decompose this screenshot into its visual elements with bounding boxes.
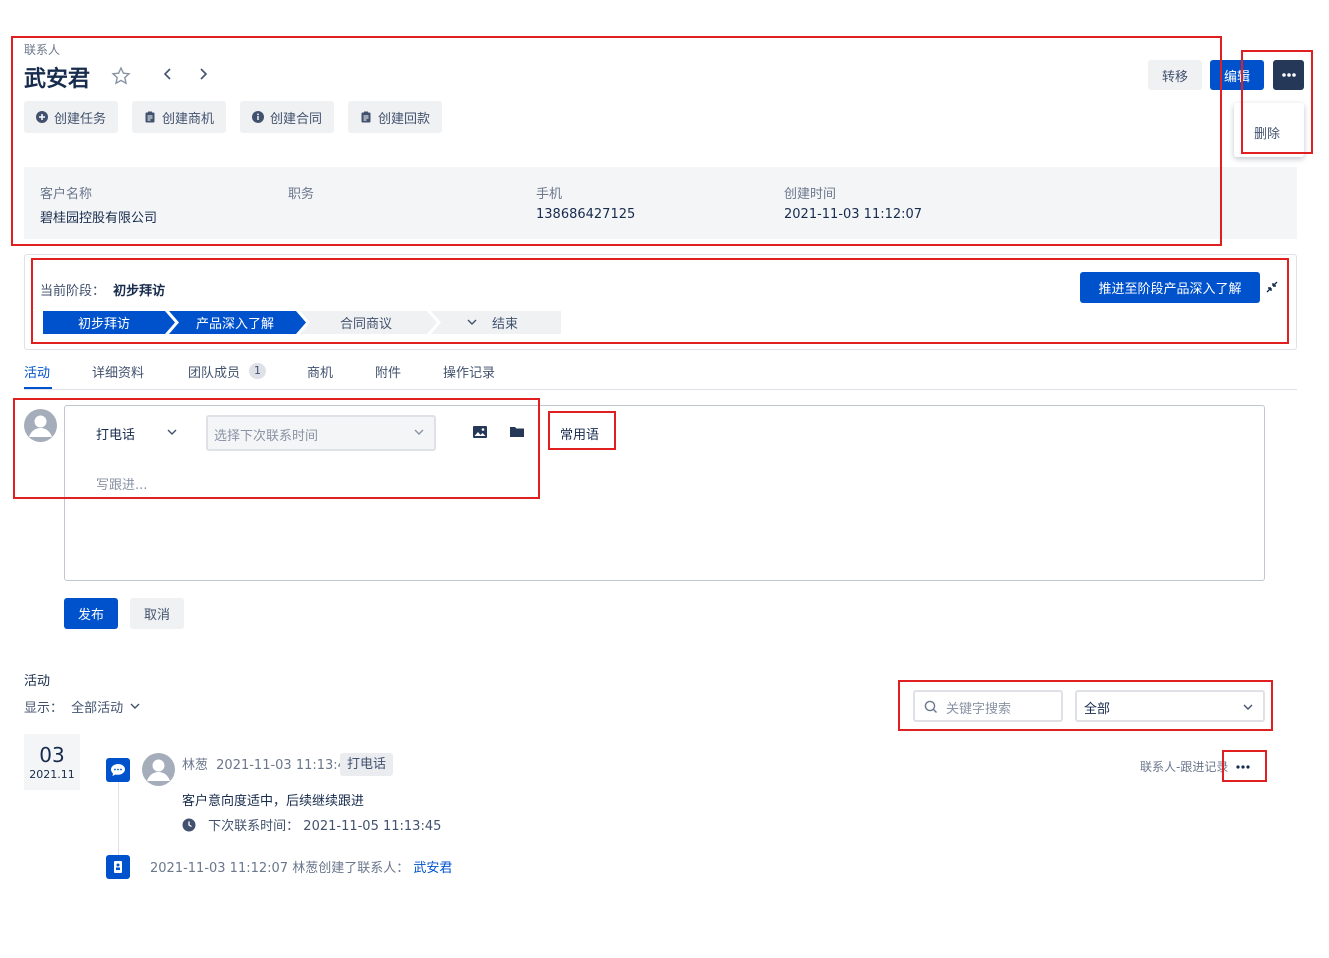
chevron-down-icon [130, 703, 140, 709]
prev-arrow-icon[interactable] [161, 66, 175, 86]
created-label: 创建时间 [784, 187, 837, 202]
creation-log: 2021-11-03 11:12:07 林葱创建了联系人： 武安君 [150, 861, 453, 876]
timeline-line [118, 780, 119, 858]
transfer-button[interactable]: 转移 [1148, 60, 1202, 90]
stage-chevron-icon [466, 317, 478, 332]
plus-circle-icon [36, 111, 48, 123]
info-panel [24, 167, 1297, 239]
entry-content: 客户意向度适中，后续继续跟进 [182, 794, 365, 809]
clock-icon [182, 818, 196, 832]
created-value: 2021-11-03 11:12:07 [784, 207, 923, 222]
position-label: 职务 [288, 187, 315, 202]
date-day: 03 [39, 743, 65, 767]
entry-time: 2021-11-03 11:13:48 [216, 758, 355, 773]
user-avatar [24, 409, 57, 446]
stage-step-1[interactable]: 初步拜访 [43, 311, 165, 334]
contact-card-icon [106, 855, 130, 883]
date-month: 2021.11 [29, 768, 75, 781]
current-stage: 当前阶段： 初步拜访 [40, 280, 165, 299]
chevron-down-icon [414, 429, 424, 435]
tab-activity[interactable]: 活动 [24, 362, 50, 381]
delete-menu-item[interactable]: 删除 [1254, 123, 1280, 142]
breadcrumb[interactable]: 联系人 [24, 41, 60, 58]
clipboard-icon [361, 111, 371, 123]
advance-stage-button[interactable]: 推进至阶段产品深入了解 [1080, 272, 1260, 303]
star-icon[interactable] [111, 66, 131, 86]
create-opportunity-button[interactable]: 创建商机 [132, 101, 227, 133]
tab-operation-log[interactable]: 操作记录 [443, 362, 495, 381]
current-stage-value: 初步拜访 [113, 284, 166, 299]
create-payment-button[interactable]: 创建回款 [348, 101, 443, 133]
chevron-down-icon [167, 429, 177, 435]
entry-author[interactable]: 林葱 [182, 758, 208, 773]
display-filter[interactable]: 显示： 全部活动 [24, 697, 141, 716]
cancel-button[interactable]: 取消 [130, 598, 184, 629]
chevron-down-icon [1243, 704, 1253, 710]
contact-link[interactable]: 武安君 [413, 861, 452, 876]
tab-attachments[interactable]: 附件 [375, 362, 401, 381]
stage-step-4[interactable]: 结束 [480, 311, 530, 334]
next-contact-row: 下次联系时间： 2021-11-05 11:13:45 [182, 815, 441, 834]
collapse-icon[interactable] [1265, 280, 1279, 298]
tabs-divider [24, 389, 1297, 390]
next-arrow-icon[interactable] [196, 66, 210, 86]
entry-header: 林葱 2021-11-03 11:13:48 [182, 754, 354, 773]
stage-step-3[interactable]: 合同商议 [305, 311, 427, 334]
activity-type-filter[interactable]: 全部 [1075, 690, 1265, 722]
more-dots-icon [1281, 73, 1296, 77]
followup-placeholder: 写跟进... [96, 478, 148, 493]
entry-more-button[interactable] [1235, 760, 1251, 775]
more-dropdown: 删除 [1234, 103, 1304, 157]
mobile-value: 138686427125 [536, 207, 636, 222]
create-task-button[interactable]: 创建任务 [24, 101, 119, 133]
customer-name-label: 客户名称 [40, 187, 93, 202]
comment-icon [106, 758, 130, 786]
author-avatar [142, 753, 175, 790]
create-contract-button[interactable]: 创建合同 [240, 101, 335, 133]
activity-section-title: 活动 [24, 674, 51, 689]
common-phrases-button[interactable]: 常用语 [560, 424, 599, 443]
more-button[interactable] [1273, 60, 1304, 90]
tab-team-members[interactable]: 团队成员 [188, 362, 240, 381]
next-contact-time-select[interactable]: 选择下次联系时间 [206, 415, 436, 451]
mobile-label: 手机 [536, 187, 563, 202]
folder-icon[interactable] [509, 425, 525, 443]
stage-step-2[interactable]: 产品深入了解 [174, 311, 296, 334]
customer-name-value: 碧桂园控股有限公司 [40, 211, 158, 226]
date-block: 03 2021.11 [24, 734, 80, 790]
search-icon [924, 700, 937, 713]
edit-button[interactable]: 编辑 [1210, 60, 1264, 90]
activity-type-select[interactable]: 打电话 [96, 424, 186, 443]
info-circle-icon [252, 111, 264, 123]
team-members-badge: 1 [249, 363, 266, 379]
entry-type-tag: 打电话 [340, 753, 394, 776]
tab-details[interactable]: 详细资料 [92, 362, 144, 381]
more-dots-icon [1236, 765, 1250, 769]
image-icon[interactable] [472, 425, 488, 443]
entry-source: 联系人-跟进记录 [1140, 760, 1229, 774]
clipboard-icon [145, 111, 155, 123]
publish-button[interactable]: 发布 [64, 598, 118, 629]
current-stage-label: 当前阶段： [40, 284, 106, 299]
keyword-search-input[interactable]: 关键字搜索 [913, 690, 1063, 722]
tab-opportunities[interactable]: 商机 [307, 362, 333, 381]
page-title: 武安君 [24, 67, 91, 92]
